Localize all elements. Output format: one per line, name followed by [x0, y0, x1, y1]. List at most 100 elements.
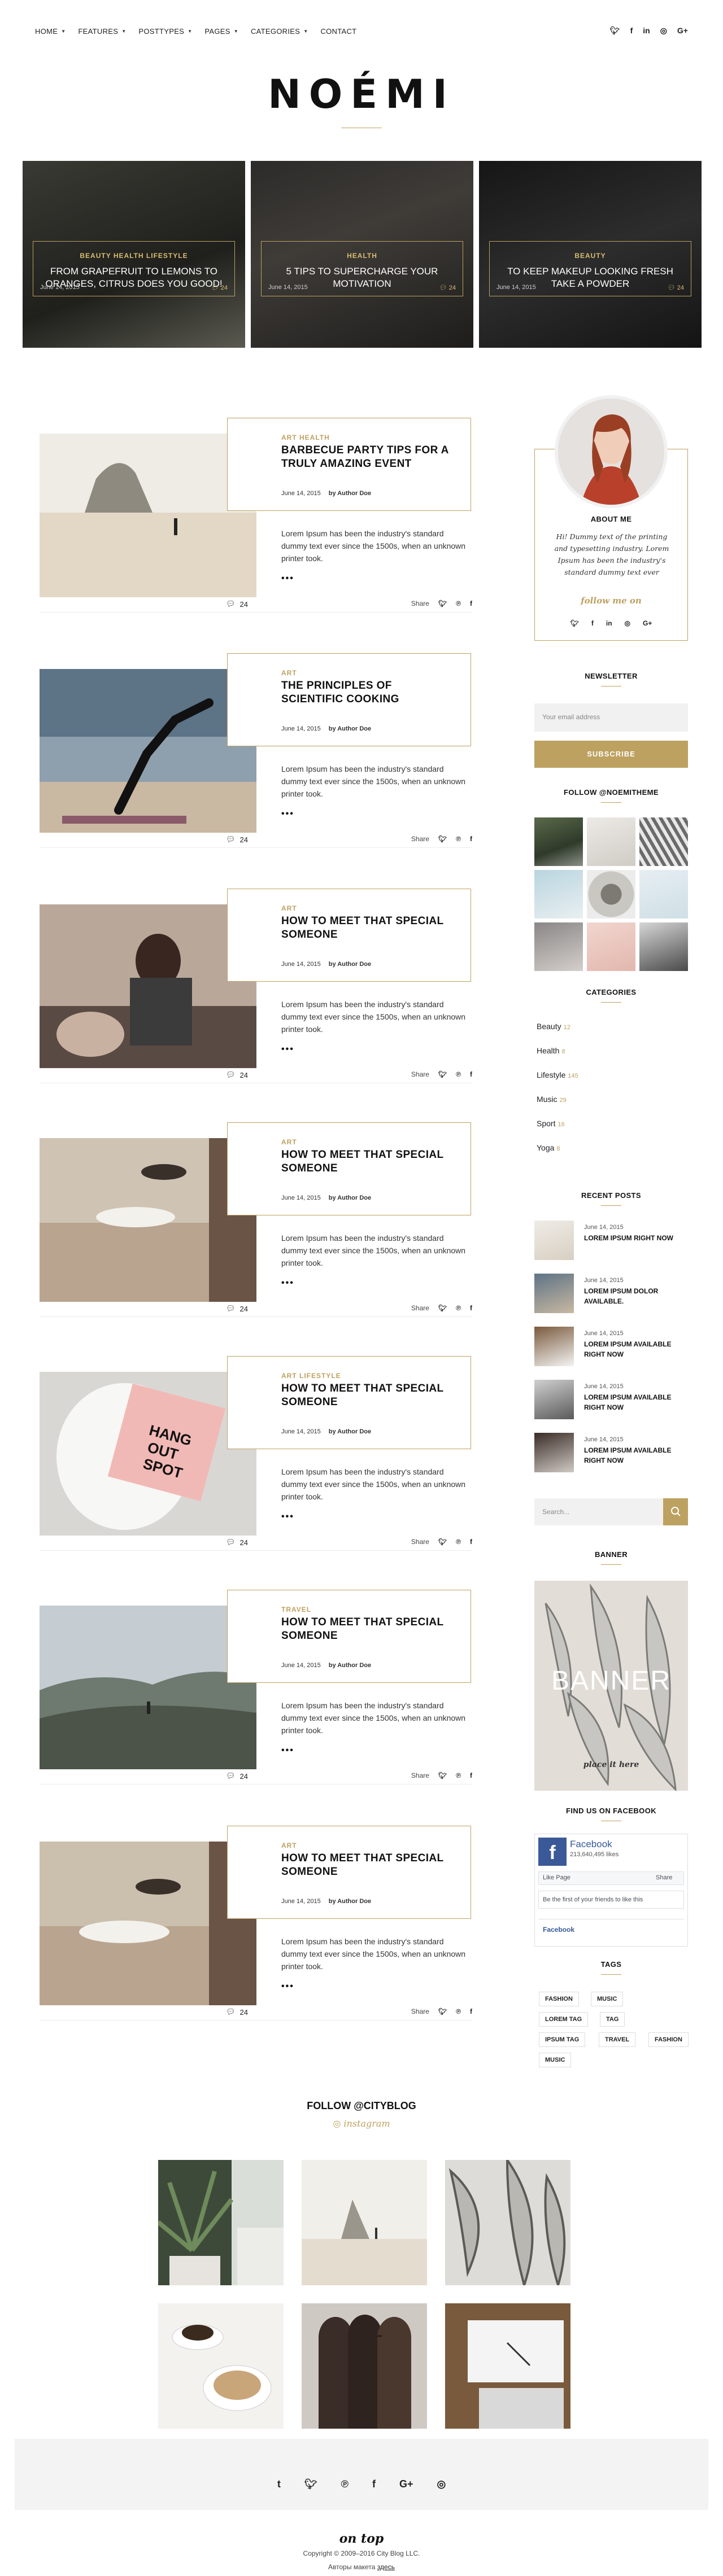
newsletter-email-input[interactable]: Your email address	[534, 703, 688, 732]
recent-post-title[interactable]: LOREM IPSUM AVAILABLE RIGHT NOW	[584, 1339, 686, 1359]
recent-post-title[interactable]: LOREM IPSUM DOLOR AVAILABLE.	[584, 1286, 686, 1306]
search-button[interactable]	[663, 1498, 688, 1525]
pinterest-icon[interactable]: ℗	[456, 1070, 461, 1078]
post-author[interactable]: by Author Doe	[329, 725, 371, 732]
post-title[interactable]: HOW TO MEET THAT SPECIAL SOMEONE	[281, 1148, 456, 1175]
search-input[interactable]: Search...	[534, 1498, 663, 1525]
post-comments[interactable]: 💬︎ 24	[226, 1304, 248, 1313]
site-logo[interactable]: NOÉMI	[0, 71, 723, 117]
category-item-yoga[interactable]: Yoga 8	[537, 1143, 578, 1167]
instagram-icon[interactable]: ◎	[660, 26, 667, 36]
recent-post-thumb[interactable]	[534, 1380, 574, 1419]
post-author[interactable]: by Author Doe	[329, 1898, 371, 1905]
google-plus-icon[interactable]: G+	[399, 2478, 413, 2490]
read-more-button[interactable]: •••	[281, 1982, 294, 1992]
post-category[interactable]: ART	[281, 1842, 297, 1849]
pinterest-icon[interactable]: ℗	[456, 1538, 461, 1546]
insta-photo[interactable]	[587, 817, 635, 866]
rss-icon[interactable]: G+	[677, 26, 688, 36]
tumblr-icon[interactable]: t	[277, 2478, 281, 2490]
recent-post-thumb[interactable]	[534, 1327, 574, 1366]
post-category[interactable]: ART LIFESTYLE	[281, 1372, 341, 1380]
instagram-photo[interactable]	[302, 2303, 427, 2429]
facebook-like-button[interactable]: Like Page	[543, 1874, 570, 1881]
read-more-button[interactable]: •••	[281, 809, 294, 819]
twitter-icon[interactable]: 🐦︎	[304, 2478, 317, 2490]
recent-post[interactable]: June 14, 2015 LOREM IPSUM RIGHT NOW	[534, 1221, 688, 1260]
post-comments[interactable]: 💬︎ 24	[226, 600, 248, 609]
featured-slide[interactable]: BEAUTY HEALTH LIFESTYLE FROM GRAPEFRUIT T…	[23, 161, 245, 348]
featured-slide[interactable]: HEALTH 5 TIPS TO SUPERCHARGE YOUR MOTIVAT…	[251, 161, 473, 348]
slide-category[interactable]: HEALTH	[262, 252, 463, 260]
tag-link[interactable]: FASHION	[648, 2032, 689, 2047]
recent-post-thumb[interactable]	[534, 1433, 574, 1472]
post-author[interactable]: by Author Doe	[329, 961, 371, 968]
facebook-icon[interactable]: f	[630, 26, 633, 36]
post-comments[interactable]: 💬︎ 24	[226, 1772, 248, 1781]
instagram-photo[interactable]	[302, 2160, 427, 2285]
subscribe-button[interactable]: SUBSCRIBE	[534, 741, 688, 768]
insta-photo[interactable]	[534, 817, 583, 866]
recent-post-title[interactable]: LOREM IPSUM AVAILABLE RIGHT NOW	[584, 1445, 686, 1466]
facebook-icon[interactable]: f	[470, 835, 472, 843]
facebook-icon[interactable]: f	[470, 1538, 472, 1546]
insta-photo[interactable]	[587, 922, 635, 971]
facebook-icon[interactable]: f	[470, 1304, 472, 1312]
category-item-beauty[interactable]: Beauty 12	[537, 1022, 578, 1046]
pinterest-icon[interactable]: ℗	[456, 1772, 461, 1779]
read-more-button[interactable]: •••	[281, 1746, 294, 1756]
pinterest-icon[interactable]: ℗	[456, 2008, 461, 2015]
category-item-sport[interactable]: Sport 16	[537, 1119, 578, 1143]
tag-link[interactable]: TRAVEL	[599, 2032, 636, 2047]
post-image[interactable]	[40, 1842, 256, 2005]
instagram-photo[interactable]	[158, 2160, 284, 2285]
twitter-icon[interactable]: 🐦︎	[438, 1538, 447, 1546]
post-image[interactable]	[40, 1606, 256, 1769]
tag-link[interactable]: MUSIC	[591, 1992, 624, 2006]
post-author[interactable]: by Author Doe	[329, 1428, 371, 1435]
post-title[interactable]: HOW TO MEET THAT SPECIAL SOMEONE	[281, 1852, 456, 1879]
post-category[interactable]: TRAVEL	[281, 1606, 311, 1613]
category-item-lifestyle[interactable]: Lifestyle 145	[537, 1070, 578, 1095]
facebook-icon[interactable]: f	[470, 2008, 472, 2015]
facebook-share-button[interactable]: Share	[656, 1874, 672, 1881]
featured-slide[interactable]: BEAUTY TO KEEP MAKEUP LOOKING FRESH TAKE …	[479, 161, 702, 348]
facebook-icon[interactable]: f	[470, 1070, 472, 1078]
read-more-button[interactable]: •••	[281, 1512, 294, 1522]
slide-comments[interactable]: 💬︎ 24	[439, 284, 456, 291]
category-item-health[interactable]: Health 8	[537, 1046, 578, 1070]
nav-item-contact[interactable]: CONTACT	[320, 27, 356, 36]
slide-comments[interactable]: 💬︎ 24	[668, 284, 684, 291]
post-image[interactable]	[40, 1138, 256, 1302]
twitter-icon[interactable]: 🐦︎	[438, 835, 447, 843]
post-author[interactable]: by Author Doe	[329, 490, 371, 497]
facebook-logo-icon[interactable]: f	[538, 1838, 567, 1866]
facebook-footer-name[interactable]: Facebook	[543, 1926, 574, 1934]
insta-photo[interactable]	[639, 817, 688, 866]
insta-photo[interactable]	[534, 870, 583, 919]
linkedin-icon[interactable]: in	[606, 619, 612, 627]
twitter-icon[interactable]: 🐦︎	[438, 1070, 447, 1078]
instagram-icon[interactable]: ◎	[437, 2478, 446, 2490]
pinterest-icon[interactable]: ℗	[341, 2478, 349, 2490]
recent-post-title[interactable]: LOREM IPSUM RIGHT NOW	[584, 1233, 686, 1243]
post-author[interactable]: by Author Doe	[329, 1662, 371, 1669]
recent-post[interactable]: June 14, 2015 LOREM IPSUM AVAILABLE RIGHT…	[534, 1433, 688, 1472]
nav-item-features[interactable]: FEATURES ▼	[78, 27, 126, 36]
post-category[interactable]: ART	[281, 1138, 297, 1146]
post-author[interactable]: by Author Doe	[329, 1195, 371, 1201]
facebook-page-name[interactable]: Facebook	[570, 1839, 612, 1850]
insta-photo[interactable]	[639, 922, 688, 971]
post-comments[interactable]: 💬︎ 24	[226, 1070, 248, 1079]
instagram-photo[interactable]	[158, 2303, 284, 2429]
post-category[interactable]: ART HEALTH	[281, 434, 330, 441]
recent-post[interactable]: June 14, 2015 LOREM IPSUM AVAILABLE RIGHT…	[534, 1327, 688, 1366]
instagram-photo[interactable]	[445, 2160, 570, 2285]
tag-link[interactable]: LOREM TAG	[539, 2012, 589, 2027]
recent-post-thumb[interactable]	[534, 1274, 574, 1313]
read-more-button[interactable]: •••	[281, 1044, 294, 1055]
linkedin-icon[interactable]: in	[643, 26, 650, 36]
nav-item-home[interactable]: HOME ▼	[35, 27, 66, 36]
post-title[interactable]: BARBECUE PARTY TIPS FOR A TRULY AMAZING …	[281, 444, 456, 471]
post-comments[interactable]: 💬︎ 24	[226, 1538, 248, 1547]
